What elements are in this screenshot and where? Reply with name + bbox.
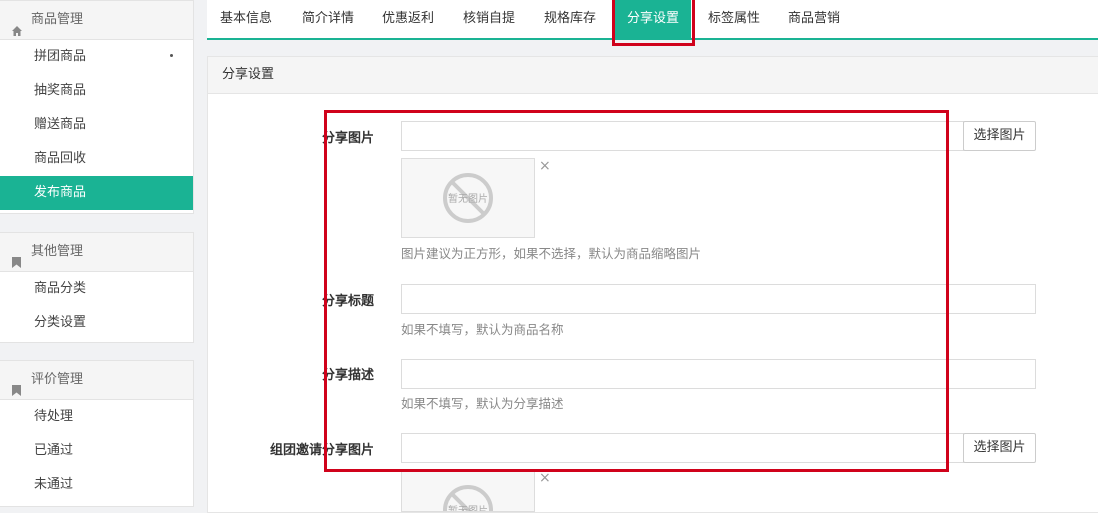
sidebar-item-gift[interactable]: 赠送商品	[0, 108, 193, 142]
sidebar-group-header[interactable]: 商品管理	[0, 1, 193, 40]
sidebar-item-lottery[interactable]: 抽奖商品	[0, 74, 193, 108]
group-invite-image-label: 组团邀请分享图片	[269, 443, 374, 458]
sidebar-item-pending[interactable]: 待处理	[0, 400, 193, 434]
sidebar-item-label: 已通过	[34, 443, 74, 458]
sidebar-group-title: 评价管理	[31, 372, 84, 387]
select-image-button[interactable]: 选择图片	[963, 121, 1036, 151]
select-invite-image-button[interactable]: 选择图片	[963, 433, 1036, 463]
share-desc-input[interactable]	[401, 359, 1036, 389]
main-content: 基本信息 简介详情 优惠返利 核销自提 规格库存 分享设置 标签属性 商品营销 …	[207, 0, 1098, 513]
sidebar-item-category-settings[interactable]: 分类设置	[0, 306, 193, 340]
share-settings-panel: 分享设置 分享图片 选择图片 暂无图片 × 图片建议为正方形，如果不选择，默认为…	[207, 56, 1098, 513]
tab-discount[interactable]: 优惠返利	[369, 0, 447, 38]
bookmark-icon	[12, 374, 22, 396]
sidebar-group-header[interactable]: 其他管理	[0, 233, 193, 272]
sidebar-group-title: 商品管理	[31, 12, 84, 27]
sidebar-item-recycle[interactable]: 商品回收	[0, 142, 193, 176]
group-invite-image-input[interactable]	[401, 433, 964, 463]
share-title-label: 分享标题	[321, 294, 374, 309]
sidebar-item-label: 赠送商品	[34, 117, 87, 132]
sidebar-item-label: 发布商品	[34, 185, 87, 200]
share-desc-label: 分享描述	[321, 368, 374, 383]
sidebar-group-goods: 商品管理 拼团商品 抽奖商品 赠送商品 商品回收 发布商品	[0, 0, 194, 214]
tab-spec-stock[interactable]: 规格库存	[531, 0, 609, 38]
cursor-dot	[170, 54, 173, 57]
share-title-hint: 如果不填写，默认为商品名称	[401, 322, 564, 337]
sidebar-item-category[interactable]: 商品分类	[0, 272, 193, 306]
tab-basic-info[interactable]: 基本信息	[207, 0, 285, 38]
share-image-hint: 图片建议为正方形，如果不选择，默认为商品缩略图片	[401, 246, 702, 261]
tab-pickup[interactable]: 核销自提	[450, 0, 528, 38]
sidebar-group-other: 其他管理 商品分类 分类设置	[0, 232, 194, 343]
tab-marketing[interactable]: 商品营销	[775, 0, 853, 38]
share-image-input[interactable]	[401, 121, 964, 151]
home-icon	[12, 14, 22, 36]
sidebar-item-label: 未通过	[34, 477, 74, 492]
panel-title: 分享设置	[208, 57, 1098, 94]
share-image-preview: 暂无图片	[401, 158, 535, 238]
remove-image-icon[interactable]: ×	[539, 158, 551, 174]
invite-image-preview: 暂无图片	[401, 471, 535, 512]
no-image-icon: 暂无图片	[443, 485, 493, 511]
tab-share-settings[interactable]: 分享设置	[615, 0, 691, 38]
sidebar: 商品管理 拼团商品 抽奖商品 赠送商品 商品回收 发布商品 其他管理 商品分类	[0, 0, 194, 511]
sidebar-group-title: 其他管理	[31, 244, 84, 259]
sidebar-item-publish[interactable]: 发布商品	[0, 176, 193, 210]
sidebar-item-label: 商品分类	[34, 281, 87, 296]
share-desc-hint: 如果不填写，默认为分享描述	[401, 396, 564, 411]
bookmark-icon	[12, 246, 22, 268]
tab-tag-attributes[interactable]: 标签属性	[695, 0, 773, 38]
no-image-icon: 暂无图片	[443, 173, 493, 223]
sidebar-item-pintuan[interactable]: 拼团商品	[0, 40, 193, 74]
sidebar-item-rejected[interactable]: 未通过	[0, 468, 193, 502]
tab-bar: 基本信息 简介详情 优惠返利 核销自提 规格库存 分享设置 标签属性 商品营销	[207, 0, 1098, 40]
sidebar-group-review: 评价管理 待处理 已通过 未通过	[0, 360, 194, 507]
sidebar-item-label: 商品回收	[34, 151, 87, 166]
share-title-input[interactable]	[401, 284, 1036, 314]
share-image-label: 分享图片	[321, 131, 374, 146]
sidebar-item-label: 拼团商品	[34, 49, 87, 64]
sidebar-item-label: 待处理	[34, 409, 74, 424]
remove-invite-image-icon[interactable]: ×	[539, 470, 551, 486]
sidebar-item-label: 分类设置	[34, 315, 87, 330]
sidebar-item-label: 抽奖商品	[34, 83, 87, 98]
tab-intro-detail[interactable]: 简介详情	[289, 0, 367, 38]
no-image-text: 暂无图片	[448, 192, 488, 205]
sidebar-group-header[interactable]: 评价管理	[0, 361, 193, 400]
